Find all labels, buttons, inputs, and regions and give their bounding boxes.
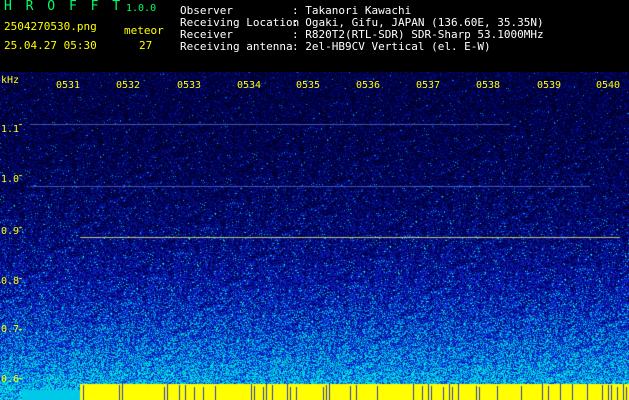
x-tick-label: 0535 bbox=[296, 80, 321, 91]
meteor-label: meteor bbox=[124, 24, 164, 37]
x-tick-label: 0531 bbox=[56, 80, 81, 91]
x-tick-label: 0532 bbox=[116, 80, 141, 91]
meteor-count: 27 bbox=[139, 39, 153, 52]
antenna-label: Receiving antenna bbox=[180, 40, 293, 53]
timestamp: 25.04.27 05:30 bbox=[4, 39, 97, 52]
file-name: 2504270530.png bbox=[4, 20, 97, 33]
y-tick-label: 1.1 bbox=[1, 124, 20, 135]
spectrogram-plot bbox=[0, 72, 629, 400]
app-brand: H R O F F T bbox=[4, 0, 124, 14]
app-version: 1.0.0 bbox=[126, 3, 157, 14]
x-tick-label: 0533 bbox=[177, 80, 202, 91]
x-tick-label: 0540 bbox=[596, 80, 621, 91]
y-tick-label: 0.8 bbox=[1, 276, 20, 287]
y-axis-unit: kHz bbox=[1, 75, 20, 86]
y-tick-label: 0.7 bbox=[1, 324, 20, 335]
antenna-value: : 2el-HB9CV Vertical (el. E-W) bbox=[292, 40, 491, 53]
x-tick-label: 0538 bbox=[476, 80, 501, 91]
x-tick-label: 0539 bbox=[537, 80, 562, 91]
x-tick-label: 0536 bbox=[356, 80, 381, 91]
y-tick-label: 0.9 bbox=[1, 226, 20, 237]
header-panel: H R O F F T 1.0.0 2504270530.png meteor … bbox=[0, 0, 629, 72]
x-tick-label: 0537 bbox=[416, 80, 441, 91]
y-tick-label: 1.0 bbox=[1, 174, 20, 185]
y-tick-label: 0.6 bbox=[1, 374, 20, 385]
x-tick-label: 0534 bbox=[237, 80, 262, 91]
